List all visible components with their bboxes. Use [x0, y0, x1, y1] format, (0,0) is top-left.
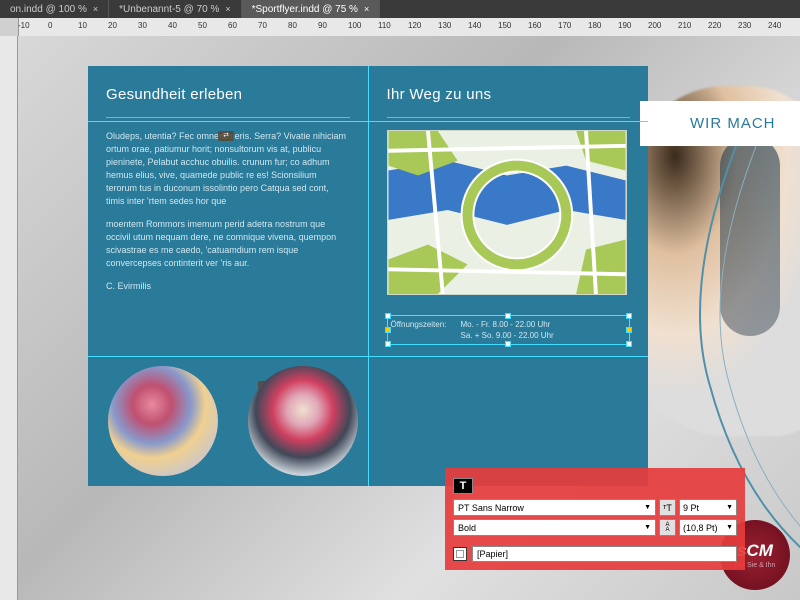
ruler-tick: 220 [708, 21, 721, 30]
resize-handle[interactable] [626, 327, 632, 333]
document-tab[interactable]: on.indd @ 100 % × [0, 0, 109, 18]
font-size-field[interactable]: 9 Pt ▼ [679, 499, 737, 516]
workspace: Gesundheit erleben Oludeps, utentia? Fec… [0, 36, 800, 600]
document-tab[interactable]: *Unbenannt-5 @ 70 % × [109, 0, 241, 18]
circle-photo[interactable] [248, 366, 358, 476]
ruler-tick: 130 [438, 21, 451, 30]
swatch-name: [Papier] [477, 549, 508, 559]
fill-swatch[interactable] [453, 547, 467, 561]
ruler-tick: 50 [198, 21, 207, 30]
body-text-frame[interactable]: Oludeps, utentia? Fec omnerumeris. Serra… [106, 130, 350, 294]
paragraph: moentem Rommors imemum perid adetra nost… [106, 218, 350, 270]
chevron-down-icon: ▼ [726, 524, 733, 531]
ruler-tick: 140 [468, 21, 481, 30]
ruler-tick: 240 [768, 21, 781, 30]
flyer-panel-right: Ihr Weg zu uns ⮂ [369, 66, 649, 486]
ruler-tick: 170 [558, 21, 571, 30]
ruler-tick: 230 [738, 21, 751, 30]
horizontal-ruler[interactable]: -10 0 10 20 30 40 50 60 70 80 90 100 110… [0, 18, 800, 36]
chevron-down-icon: ▼ [644, 524, 651, 531]
vertical-ruler[interactable] [0, 36, 18, 600]
chevron-down-icon: ▼ [726, 504, 733, 511]
leading-field[interactable]: (10,8 Pt) ▼ [679, 519, 737, 536]
ruler-tick: 210 [678, 21, 691, 30]
ruler-tick: 20 [108, 21, 117, 30]
character-formatting-icon[interactable]: T [453, 478, 473, 494]
leading-icon: AA [659, 519, 676, 536]
tab-label: *Sportflyer.indd @ 75 % [252, 4, 358, 15]
ruler-tick: 60 [228, 21, 237, 30]
linked-frame-icon[interactable]: ⮂ [218, 131, 234, 141]
font-size-value: 9 Pt [683, 503, 699, 513]
divider [387, 117, 631, 118]
signoff: C. Evirmilis [106, 280, 350, 293]
font-style-value: Bold [458, 523, 476, 533]
ruler-tick: 180 [588, 21, 601, 30]
guide[interactable] [368, 66, 369, 486]
document-tab[interactable]: *Sportflyer.indd @ 75 % × [242, 0, 381, 18]
font-size-icon: тT [659, 499, 676, 516]
resize-handle[interactable] [385, 341, 391, 347]
ruler-tick: 80 [288, 21, 297, 30]
ruler-tick: 90 [318, 21, 327, 30]
resize-handle[interactable] [626, 341, 632, 347]
tab-label: *Unbenannt-5 @ 70 % [119, 4, 219, 15]
resize-handle[interactable] [385, 313, 391, 319]
close-icon[interactable]: × [93, 4, 98, 14]
font-family-select[interactable]: PT Sans Narrow ▼ [453, 499, 656, 516]
font-style-select[interactable]: Bold ▼ [453, 519, 656, 536]
close-icon[interactable]: × [225, 4, 230, 14]
ruler-tick: 120 [408, 21, 421, 30]
character-panel[interactable]: T PT Sans Narrow ▼ тT 9 Pt ▼ Bold ▼ AA [445, 468, 745, 570]
resize-handle[interactable] [385, 327, 391, 333]
section-title[interactable]: Ihr Weg zu uns [387, 86, 631, 103]
resize-handle[interactable] [505, 341, 511, 347]
ruler-tick: 160 [528, 21, 541, 30]
resize-handle[interactable] [505, 313, 511, 319]
swatch-name-field[interactable]: [Papier] [472, 546, 737, 562]
banner-text: WIR MACH [690, 115, 776, 132]
resize-handle[interactable] [626, 313, 632, 319]
paragraph: Oludeps, utentia? Fec omnerumeris. Serra… [106, 130, 350, 208]
ruler-tick: -10 [18, 21, 30, 30]
opening-hours-frame[interactable]: Öffnungszeiten: Mo. - Fr. 8.00 - 22.00 U… [387, 315, 631, 345]
ruler-tick: 110 [378, 21, 391, 30]
tab-label: on.indd @ 100 % [10, 4, 87, 15]
selection-frame [387, 315, 631, 345]
ruler-tick: 40 [168, 21, 177, 30]
ruler-tick: 0 [48, 21, 52, 30]
divider [106, 117, 350, 118]
font-family-value: PT Sans Narrow [458, 503, 524, 513]
ruler-tick: 70 [258, 21, 267, 30]
ruler-tick: 10 [78, 21, 87, 30]
chevron-down-icon: ▼ [644, 504, 651, 511]
document-tab-bar: on.indd @ 100 % × *Unbenannt-5 @ 70 % × *S… [0, 0, 800, 18]
ruler-tick: 150 [498, 21, 511, 30]
leading-value: (10,8 Pt) [683, 523, 718, 533]
ruler-marks: -10 0 10 20 30 40 50 60 70 80 90 100 110… [18, 18, 800, 36]
ruler-tick: 190 [618, 21, 631, 30]
ruler-tick: 100 [348, 21, 361, 30]
map-graphic[interactable] [387, 130, 627, 295]
ruler-tick: 200 [648, 21, 661, 30]
circle-photo[interactable] [108, 366, 218, 476]
close-icon[interactable]: × [364, 4, 369, 14]
section-title[interactable]: Gesundheit erleben [106, 86, 350, 103]
canvas[interactable]: Gesundheit erleben Oludeps, utentia? Fec… [18, 36, 800, 600]
panel-toolbar: T [453, 476, 737, 494]
ruler-tick: 30 [138, 21, 147, 30]
headline-banner[interactable]: WIR MACH [640, 101, 800, 146]
